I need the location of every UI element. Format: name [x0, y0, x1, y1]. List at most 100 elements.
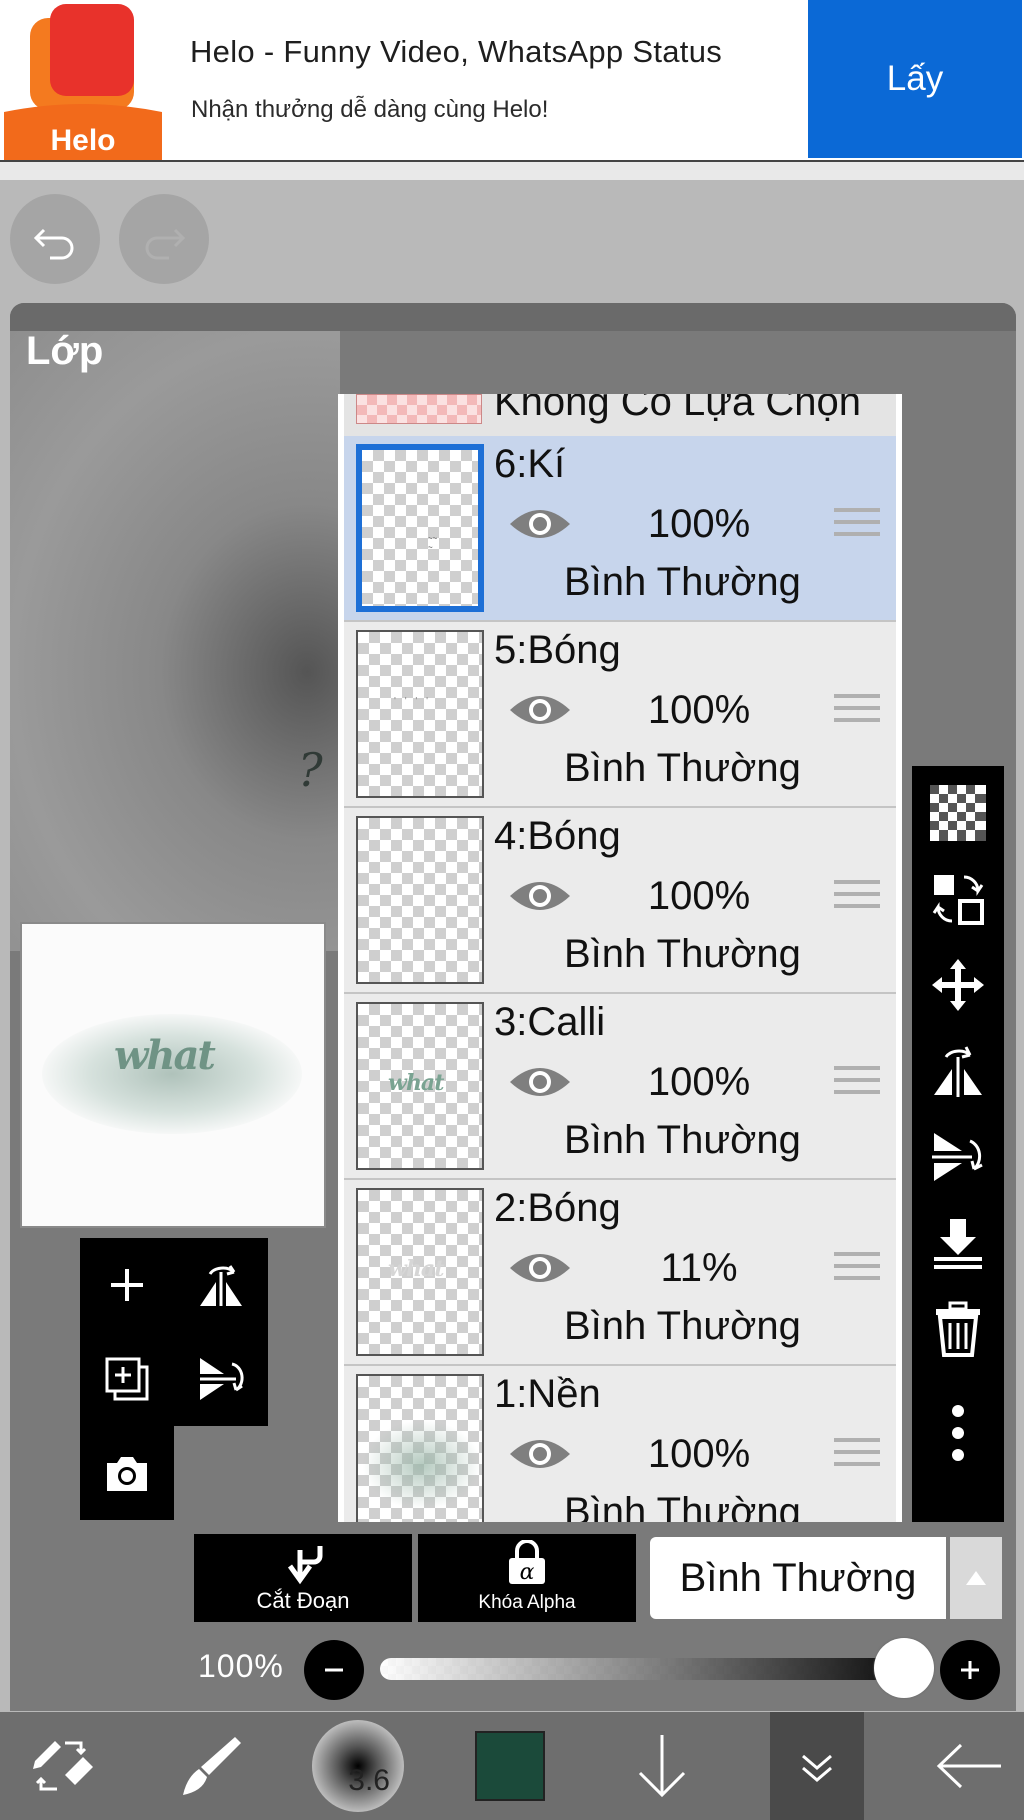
more-options-button[interactable] [912, 1390, 1004, 1476]
opacity-slider-knob[interactable] [874, 1638, 934, 1698]
visibility-eye-icon[interactable] [508, 1434, 572, 1474]
layer-down-button[interactable] [612, 1712, 712, 1820]
arrow-left-icon [936, 1743, 1001, 1789]
drag-handle-icon[interactable] [834, 694, 880, 730]
color-button[interactable] [470, 1712, 550, 1820]
ad-divider [0, 160, 1024, 180]
redo-icon [145, 228, 186, 260]
flip-vertical-button[interactable] [174, 1332, 268, 1426]
layer-row[interactable]: what 3:Calli 100% Bình Thường [344, 994, 896, 1180]
plus-icon [111, 1269, 143, 1301]
top-toolbar [0, 182, 1024, 300]
clipping-label: Cắt Đoạn [256, 1588, 350, 1613]
opacity-increase-button[interactable] [940, 1640, 1000, 1700]
selection-label: Không Có Lựa Chọn [494, 394, 862, 424]
visibility-eye-icon[interactable] [508, 876, 572, 916]
duplicate-layer-button[interactable] [80, 1332, 174, 1426]
current-color-swatch [475, 1731, 545, 1801]
layer-name: 4:Bóng [494, 814, 621, 858]
checkerboard-icon [930, 785, 986, 841]
layers-panel-button[interactable] [770, 1712, 864, 1820]
add-layer-button[interactable] [80, 1238, 174, 1332]
layer-row[interactable]: what 2:Bóng 11% Bình Thường [344, 1180, 896, 1366]
layers-list[interactable]: Không Có Lựa Chọn ~~ ~ 6:Kí 100% Bình Thư… [338, 394, 902, 1522]
flip-layer-vertical-button[interactable] [912, 1114, 1004, 1200]
flip-layer-horizontal-button[interactable] [912, 1028, 1004, 1114]
flip-vertical-icon [932, 1133, 983, 1181]
drag-handle-icon[interactable] [834, 880, 880, 916]
layer-row[interactable]: 4:Bóng 100% Bình Thường [344, 808, 896, 994]
ad-subtitle: Nhận thưởng dễ dàng cùng Helo! [191, 96, 549, 123]
layer-name: 5:Bóng [494, 628, 621, 672]
triangle-up-icon [966, 1571, 986, 1585]
flip-horizontal-icon [200, 1265, 242, 1306]
drag-handle-icon[interactable] [834, 1438, 880, 1474]
svg-text:α: α [520, 1560, 535, 1585]
flip-vertical-icon [200, 1358, 244, 1400]
layer-thumbnail: ~~ ~ [356, 444, 484, 612]
visibility-eye-icon[interactable] [508, 1062, 572, 1102]
transparent-fill-button[interactable] [912, 770, 1004, 856]
brush-size-value: 3.6 [348, 1764, 390, 1797]
move-icon [932, 959, 984, 1011]
camera-icon [107, 1457, 147, 1491]
selection-layer-row[interactable]: Không Có Lựa Chọn [344, 394, 896, 436]
duplicate-icon [105, 1357, 149, 1401]
brush-tool-button[interactable] [160, 1712, 260, 1820]
layer-name: 6:Kí [494, 442, 566, 486]
flip-horizontal-button[interactable] [174, 1238, 268, 1332]
opacity-decrease-button[interactable] [304, 1640, 364, 1700]
layer-thumbnail [356, 1374, 484, 1522]
bottom-toolbar: 3.6 [0, 1712, 1024, 1820]
visibility-eye-icon[interactable] [508, 504, 572, 544]
undo-icon [33, 228, 74, 260]
layer-thumbnail: what [356, 1002, 484, 1170]
delete-layer-button[interactable] [912, 1286, 1004, 1372]
visibility-eye-icon[interactable] [508, 1248, 572, 1288]
chevron-down-double-icon [802, 1754, 832, 1782]
clipping-button[interactable]: Cắt Đoạn [194, 1534, 412, 1622]
preview-artwork: what [114, 1032, 216, 1079]
blend-mode-toggle[interactable] [950, 1537, 1002, 1619]
alpha-lock-button[interactable]: α Khóa Alpha [418, 1534, 636, 1622]
more-vertical-icon [952, 1405, 964, 1461]
brush-size-preview: 3.6 [312, 1720, 404, 1812]
canvas-mark: ? [298, 743, 323, 797]
drag-handle-icon[interactable] [834, 1252, 880, 1288]
undo-button[interactable] [10, 194, 100, 284]
blend-mode-select[interactable]: Bình Thường [650, 1537, 946, 1619]
opacity-slider[interactable] [380, 1658, 932, 1680]
camera-layer-button[interactable] [80, 1426, 174, 1520]
ad-banner[interactable]: Helo Helo - Funny Video, WhatsApp Status… [0, 0, 1024, 160]
tool-switch-button[interactable] [12, 1712, 112, 1820]
layer-row[interactable]: ~~ ~ 6:Kí 100% Bình Thường [344, 436, 896, 622]
minus-icon [325, 1668, 343, 1672]
panel-title: Lớp [26, 329, 104, 373]
lock-icon: α [509, 1540, 545, 1585]
pen-eraser-swap-icon [33, 1741, 93, 1791]
layer-row[interactable]: 1:Nền 100% Bình Thường [344, 1366, 896, 1522]
swap-icon [932, 875, 984, 925]
merge-down-button[interactable] [912, 1200, 1004, 1286]
layer-opacity: 11% [660, 1246, 738, 1290]
drag-handle-icon[interactable] [834, 1066, 880, 1102]
canvas-area[interactable] [10, 331, 340, 951]
ad-cta-button[interactable]: Lấy [808, 0, 1022, 158]
brush-size-button[interactable]: 3.6 [308, 1712, 408, 1820]
redo-button[interactable] [119, 194, 209, 284]
back-button[interactable] [920, 1712, 1020, 1820]
trash-icon [936, 1301, 980, 1357]
layer-row[interactable]: ' ' ' ' 5:Bóng 100% Bình Thường [344, 622, 896, 808]
visibility-eye-icon[interactable] [508, 690, 572, 730]
layer-blend-mode: Bình Thường [564, 1490, 801, 1522]
layer-opacity: 100% [647, 1432, 751, 1476]
layer-opacity: 100% [647, 502, 751, 546]
drag-handle-icon[interactable] [834, 508, 880, 544]
helo-logo: Helo [4, 4, 162, 160]
layer-blend-mode: Bình Thường [564, 560, 801, 604]
right-layer-toolbar [912, 766, 1004, 1522]
move-layer-button[interactable] [912, 942, 1004, 1028]
logo-text: Helo [50, 124, 115, 157]
swap-layer-button[interactable] [912, 856, 1004, 942]
layer-name: 3:Calli [494, 1000, 606, 1044]
